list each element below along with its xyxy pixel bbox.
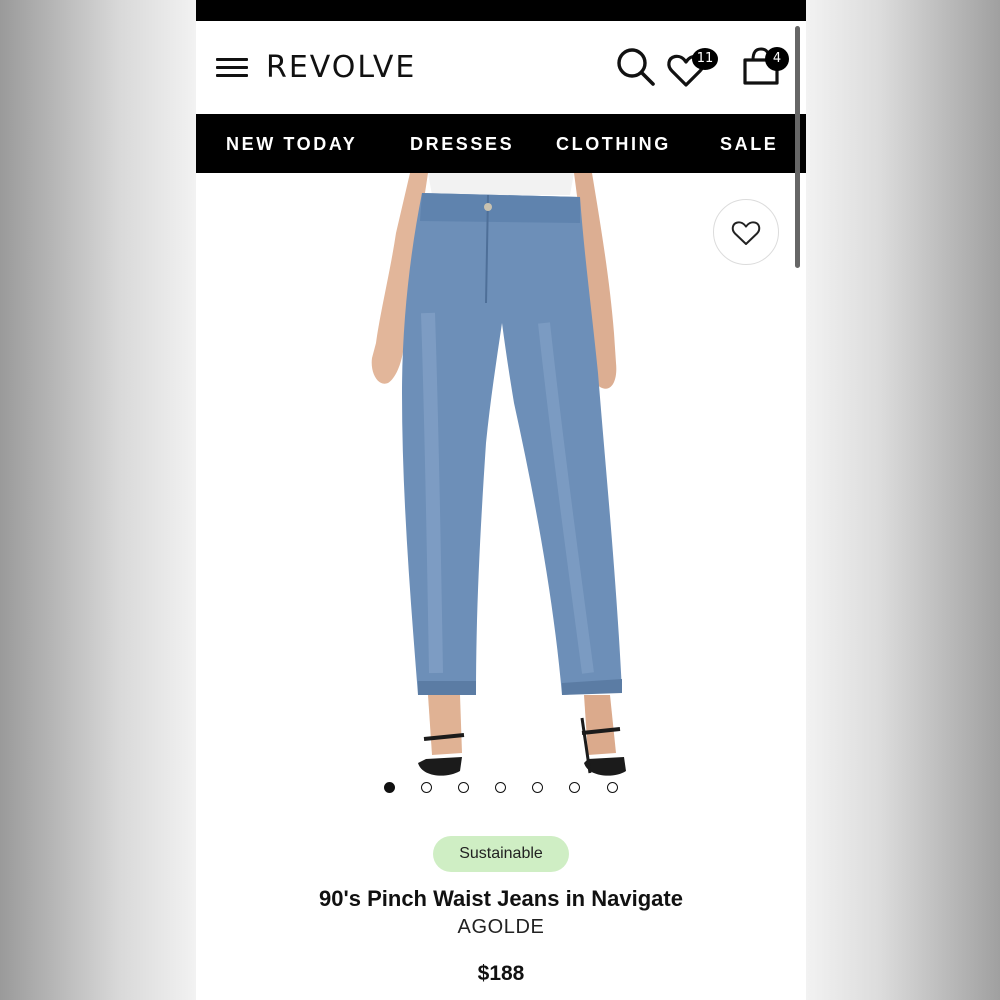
menu-icon[interactable] (216, 58, 248, 78)
pagination-dot-5[interactable] (532, 782, 543, 793)
pagination-dot-2[interactable] (421, 782, 432, 793)
jeans-product-photo (371, 173, 626, 776)
app-screen: REVOLVE 11 4 NEW TODAY DRESSES CLOTHING … (196, 0, 806, 1000)
logo[interactable]: REVOLVE (266, 50, 416, 85)
bag-count-badge: 4 (765, 47, 789, 71)
search-icon (617, 48, 655, 86)
scrollbar[interactable] (795, 26, 800, 268)
heart-outline-icon (731, 221, 761, 245)
wishlist-button[interactable]: 11 (666, 45, 724, 89)
pagination-dot-4[interactable] (495, 782, 506, 793)
pagination-dot-7[interactable] (607, 782, 618, 793)
pagination-dot-1[interactable] (384, 782, 395, 793)
sustainable-tag: Sustainable (433, 836, 569, 872)
favorite-button[interactable] (713, 199, 779, 265)
product-image[interactable] (196, 173, 806, 813)
status-bar (196, 0, 806, 21)
product-name: 90's Pinch Waist Jeans in Navigate (319, 886, 683, 911)
nav-item-new-today[interactable]: NEW TODAY (226, 134, 357, 155)
nav-item-dresses[interactable]: DRESSES (410, 134, 514, 155)
pagination-dot-6[interactable] (569, 782, 580, 793)
image-pagination (196, 782, 806, 796)
wishlist-count-badge: 11 (692, 48, 718, 70)
category-nav: NEW TODAY DRESSES CLOTHING SALE (196, 114, 806, 173)
nav-item-sale[interactable]: SALE (720, 134, 778, 155)
product-price: $188 (477, 962, 525, 985)
nav-item-clothing[interactable]: CLOTHING (556, 134, 671, 155)
bag-button[interactable]: 4 (738, 43, 794, 89)
product-brand[interactable]: AGOLDE (196, 916, 806, 939)
header: REVOLVE 11 4 (196, 21, 806, 114)
pagination-dot-3[interactable] (458, 782, 469, 793)
search-button[interactable] (614, 45, 658, 89)
